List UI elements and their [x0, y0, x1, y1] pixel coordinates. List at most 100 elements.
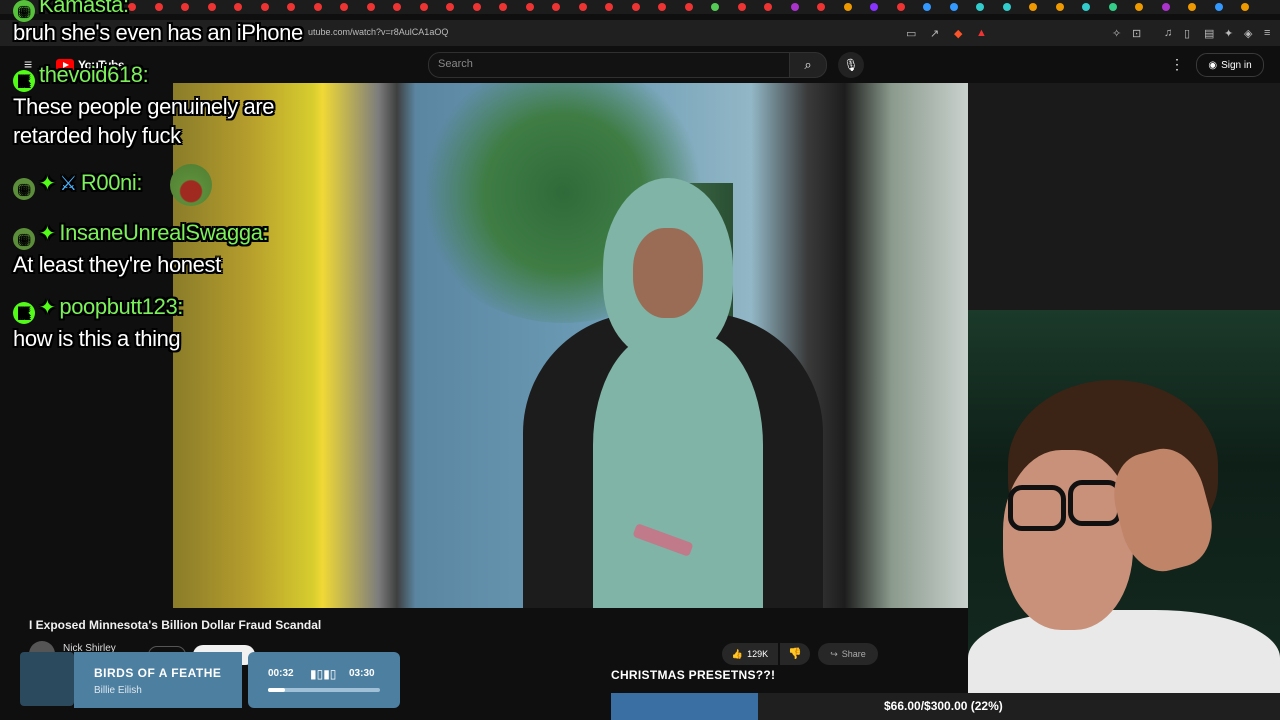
share-arrow-icon: ↪: [830, 648, 838, 659]
chat-message-username: ☺ ✦ InsaneUnrealSwagga:: [13, 220, 269, 250]
browser-tab-favicon[interactable]: [1029, 3, 1037, 11]
browser-tab-favicon[interactable]: [923, 3, 931, 11]
browser-tab-favicon[interactable]: [446, 3, 454, 11]
video-player[interactable]: [173, 83, 1106, 608]
browser-tab-favicon[interactable]: [525, 3, 534, 11]
browser-tab-favicon[interactable]: [870, 3, 878, 11]
share-icon[interactable]: ↗: [930, 27, 939, 40]
goal-amount-text: $66.00/$300.00 (22%): [884, 699, 1003, 713]
browser-tab-favicon[interactable]: [1241, 3, 1249, 11]
streamer-face: [1003, 450, 1133, 630]
browser-tab-favicon[interactable]: [684, 3, 693, 11]
share-label: Share: [841, 649, 866, 659]
track-duration: 03:30: [349, 668, 375, 679]
browser-tab-favicon[interactable]: [472, 3, 481, 11]
user-avatar-badge: ☺: [13, 0, 35, 22]
browser-tab-favicon[interactable]: [313, 3, 322, 11]
streamer-webcam: [968, 310, 1280, 695]
search-placeholder: Search: [438, 58, 473, 70]
extensions-icon[interactable]: ✧: [1112, 27, 1121, 40]
kick-badge-icon: K: [13, 302, 35, 324]
sidebar-icon[interactable]: ▯: [1184, 27, 1190, 40]
like-button[interactable]: 👍 129K: [722, 643, 778, 665]
browser-tab-favicon[interactable]: [1002, 3, 1011, 11]
browser-tab-favicon[interactable]: [340, 3, 348, 11]
thumbs-up-icon: 👍: [731, 648, 744, 659]
browser-tab-favicon[interactable]: [1108, 3, 1117, 11]
dislike-button[interactable]: 👎: [780, 643, 810, 665]
album-art: [20, 652, 74, 706]
browser-tab-favicon[interactable]: [578, 3, 587, 11]
browser-tab-favicon[interactable]: [1188, 3, 1196, 11]
goal-progress-fill: [611, 693, 759, 720]
share-button[interactable]: ↪ Share: [818, 643, 878, 665]
more-options-icon[interactable]: ⋮: [1170, 56, 1184, 73]
cast-icon[interactable]: ▭: [906, 27, 916, 40]
browser-tab-favicon[interactable]: [764, 3, 772, 11]
diamond-badge-icon: ✦: [39, 173, 56, 195]
goal-label: CHRISTMAS PRESETNS??!: [611, 668, 776, 682]
track-progress-bar: [268, 688, 380, 692]
browser-tab-favicon[interactable]: [949, 3, 958, 11]
search-icon: ⌕: [804, 57, 812, 72]
streamer-shirt: [968, 610, 1280, 695]
address-url[interactable]: utube.com/watch?v=r8AulCA1aOQ: [308, 27, 448, 37]
chat-message-text: how is this a thing: [13, 326, 181, 351]
video-title: I Exposed Minnesota's Billion Dollar Fra…: [29, 618, 322, 632]
browser-tab-favicon[interactable]: [181, 3, 189, 11]
browser-tab-favicon[interactable]: [605, 3, 613, 11]
browser-tab-favicon[interactable]: [711, 3, 719, 11]
wallet-icon[interactable]: ▤: [1204, 27, 1214, 40]
browser-tab-favicon[interactable]: [843, 3, 852, 11]
browser-tab-favicon[interactable]: [631, 3, 640, 11]
browser-tab-favicon[interactable]: [1055, 3, 1064, 11]
media-icon[interactable]: ♫: [1164, 27, 1172, 39]
browser-tab-favicon[interactable]: [393, 3, 401, 11]
chat-message-text: retarded holy fuck: [13, 123, 181, 148]
chat-message-username: ☺ Kamasta:: [13, 0, 129, 22]
browser-tab-favicon[interactable]: [287, 3, 295, 11]
brave-rewards-icon[interactable]: ▲: [976, 27, 987, 39]
kick-badge-icon: K: [13, 70, 35, 92]
browser-tab-favicon[interactable]: [817, 3, 825, 11]
brave-shield-icon[interactable]: ◆: [954, 27, 962, 40]
pepe-badge-icon: ☺: [13, 178, 35, 200]
browser-tab-favicon[interactable]: [1082, 3, 1090, 11]
browser-tab-favicon[interactable]: [1135, 3, 1143, 11]
browser-tab-favicon[interactable]: [419, 3, 428, 11]
browser-tab-favicon[interactable]: [552, 3, 560, 11]
browser-tab-favicon[interactable]: [1214, 3, 1223, 11]
browser-tab-favicon[interactable]: [499, 3, 507, 11]
streamer-glasses-left: [1008, 485, 1066, 531]
search-input[interactable]: [428, 52, 790, 78]
now-playing-widget: [20, 652, 400, 710]
track-progress-fill: [268, 688, 285, 692]
browser-tab-favicon[interactable]: [1161, 3, 1170, 11]
browser-tab-favicon[interactable]: [896, 3, 905, 11]
screenshot-icon[interactable]: ⊡: [1132, 27, 1141, 40]
browser-tab-favicon[interactable]: [737, 3, 746, 11]
menu-icon[interactable]: ≡: [1264, 27, 1270, 39]
browser-tab-favicon[interactable]: [976, 3, 984, 11]
thumbs-down-icon: 👎: [788, 648, 802, 660]
ai-icon[interactable]: ✦: [1224, 27, 1233, 40]
browser-tab-favicon[interactable]: [154, 3, 163, 11]
sign-in-button[interactable]: ◉ Sign in: [1196, 53, 1264, 77]
pepe-emote: [170, 164, 212, 206]
chat-message-username: ☺ ✦ ⚔ R00ni:: [13, 170, 142, 200]
pepe-badge-icon: ☺: [13, 228, 35, 250]
equalizer-icon: ▮▯▮▯: [310, 667, 337, 681]
search-button[interactable]: ⌕: [789, 52, 827, 78]
track-info-card: [74, 652, 242, 708]
browser-tab-favicon[interactable]: [366, 3, 375, 11]
sign-in-label: Sign in: [1221, 59, 1252, 71]
browser-tab-favicon[interactable]: [658, 3, 666, 11]
vpn-icon[interactable]: ◈: [1244, 27, 1252, 40]
browser-tab-favicon[interactable]: [260, 3, 269, 11]
browser-tab-favicon[interactable]: [128, 3, 136, 11]
diamond-badge-icon: ✦: [39, 297, 56, 319]
browser-tab-favicon[interactable]: [207, 3, 216, 11]
browser-tab-favicon[interactable]: [234, 3, 242, 11]
browser-tab-favicon[interactable]: [790, 3, 799, 11]
voice-search-button[interactable]: 🎙: [838, 52, 864, 78]
